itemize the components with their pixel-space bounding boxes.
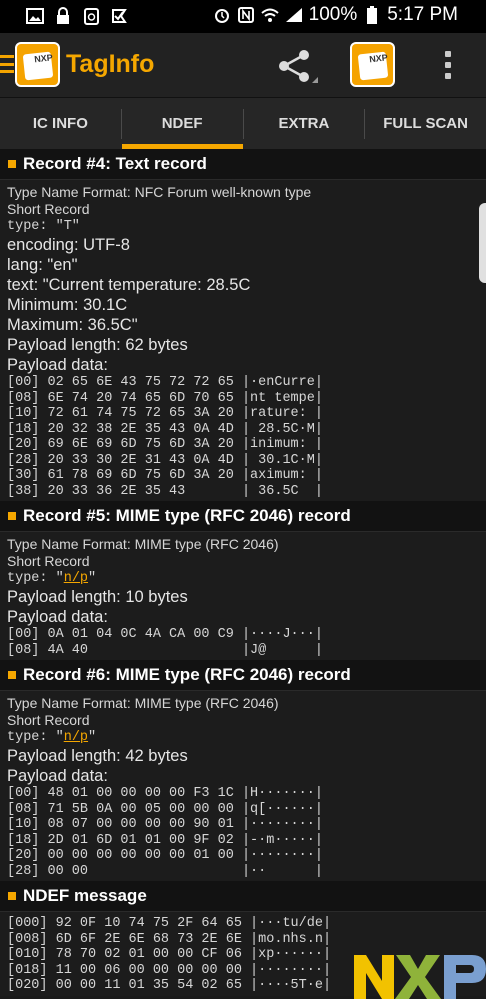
hex-row: [000] 92 0F 10 74 75 2F 64 65 |···tu/de| xyxy=(7,916,332,931)
hex-row: [08] 71 5B 0A 00 05 00 00 00 |q[······| xyxy=(7,801,323,817)
type-prefix: type: " xyxy=(7,730,64,745)
app-toolbar: NXP TagInfo NXP xyxy=(0,33,486,97)
hex-row: [20] 00 00 00 00 00 00 01 00 |········| xyxy=(7,848,323,863)
nfc-icon xyxy=(237,5,255,25)
bullet-icon xyxy=(8,160,16,168)
hex-row: [30] 61 78 69 6D 75 6D 3A 20 |aximum: | xyxy=(7,468,323,483)
ndef-content[interactable]: Record #4: Text record Type Name Format:… xyxy=(0,149,486,999)
type-line: type: "n/p" xyxy=(7,570,478,587)
hex-row: [08] 6E 74 20 74 65 6D 70 65 |nt tempe| xyxy=(7,390,323,406)
hex-row: [10] 72 61 74 75 72 65 3A 20 |rature: | xyxy=(7,406,323,421)
image-icon xyxy=(26,6,44,26)
app-logo: NXP xyxy=(15,42,60,87)
bullet-icon xyxy=(8,671,16,679)
hex-row: [08] 4A 40 |J@ | xyxy=(7,642,323,658)
record-4-body: Type Name Format: NFC Forum well-known t… xyxy=(0,180,486,501)
battery-icon xyxy=(363,5,381,25)
tnf-line: Type Name Format: MIME type (RFC 2046) xyxy=(7,695,279,711)
hex-row: [28] 20 33 30 2E 31 43 0A 4D | 30.1C·M| xyxy=(7,452,323,468)
lock-icon xyxy=(54,6,72,26)
type-line: type: "n/p" xyxy=(7,729,478,746)
record-5-title: Record #5: MIME type (RFC 2046) record xyxy=(23,506,351,525)
hex-row: [00] 0A 01 04 0C 4A CA 00 C9 |····J···| xyxy=(7,627,323,642)
encoding-line: encoding: UTF-8 xyxy=(7,236,130,254)
logo-text: NXP xyxy=(33,52,54,65)
text-line: Maximum: 36.5C" xyxy=(7,316,138,334)
ndef-message-header: NDEF message xyxy=(0,881,486,912)
hex-row: [10] 08 07 00 00 00 00 90 01 |········| xyxy=(7,817,323,832)
hex-row: [38] 20 33 36 2E 35 43 | 36.5C | xyxy=(7,483,323,499)
payload-data-label: Payload data: xyxy=(7,356,108,374)
tab-bar: IC INFO NDEF EXTRA FULL SCAN xyxy=(0,97,486,149)
battery-percent: 100% xyxy=(308,4,358,25)
payload-length-line: Payload length: 42 bytes xyxy=(7,747,188,765)
lang-line: lang: "en" xyxy=(7,256,78,274)
signal-icon xyxy=(285,5,303,25)
text-line: text: "Current temperature: 28.5C xyxy=(7,276,251,294)
tab-ndef[interactable]: NDEF xyxy=(121,98,243,149)
app-title: TagInfo xyxy=(66,50,155,78)
record-6-body: Type Name Format: MIME type (RFC 2046) S… xyxy=(0,691,486,881)
type-link[interactable]: n/p xyxy=(64,730,88,745)
tab-ic-info[interactable]: IC INFO xyxy=(0,98,121,149)
tag-card-icon: NXP xyxy=(357,51,389,81)
fast-scroll-handle[interactable] xyxy=(479,203,486,283)
short-record-line: Short Record xyxy=(7,201,90,217)
type-prefix: type: " xyxy=(7,571,64,586)
record-6-header: Record #6: MIME type (RFC 2046) record xyxy=(0,660,486,691)
hex-row: [00] 02 65 6E 43 75 72 72 65 |·enCurre| xyxy=(7,375,323,390)
logo-text: NXP xyxy=(368,52,389,65)
bullet-icon xyxy=(8,512,16,520)
alarm-icon xyxy=(213,5,231,25)
record-4-header: Record #4: Text record xyxy=(0,149,486,180)
payload-length-line: Payload length: 10 bytes xyxy=(7,588,188,606)
tnf-line: Type Name Format: MIME type (RFC 2046) xyxy=(7,536,279,552)
tab-full-scan[interactable]: FULL SCAN xyxy=(365,98,486,149)
tab-extra[interactable]: EXTRA xyxy=(244,98,365,149)
status-left-icons xyxy=(26,6,128,26)
check-flag-icon xyxy=(110,6,128,26)
type-line: type: "T" xyxy=(7,219,80,234)
hex-row: [00] 48 01 00 00 00 00 F3 1C |H·······| xyxy=(7,786,323,801)
overflow-menu-icon[interactable] xyxy=(444,51,452,79)
type-suffix: " xyxy=(88,571,97,586)
scan-tag-button[interactable]: NXP xyxy=(350,42,395,87)
share-icon[interactable] xyxy=(278,49,318,83)
text-line: Minimum: 30.1C xyxy=(7,296,128,314)
payload-length-line: Payload length: 62 bytes xyxy=(7,336,188,354)
short-record-line: Short Record xyxy=(7,553,90,569)
tnf-line: Type Name Format: NFC Forum well-known t… xyxy=(7,184,312,200)
ndef-message-title: NDEF message xyxy=(23,886,147,905)
hex-row: [18] 20 32 38 2E 35 43 0A 4D | 28.5C·M| xyxy=(7,421,323,437)
hex-row: [20] 69 6E 69 6D 75 6D 3A 20 |inimum: | xyxy=(7,437,323,452)
bullet-icon xyxy=(8,892,16,900)
clock: 5:17 PM xyxy=(387,4,458,25)
status-bar: 100% 5:17 PM xyxy=(0,0,486,33)
record-6-title: Record #6: MIME type (RFC 2046) record xyxy=(23,665,351,684)
hex-row: [28] 00 00 |·· | xyxy=(7,863,323,879)
type-link[interactable]: n/p xyxy=(64,571,88,586)
menu-icon[interactable] xyxy=(0,55,14,73)
hex-row: [008] 6D 6F 2E 6E 68 73 2E 6E |mo.nhs.n| xyxy=(7,931,332,947)
type-suffix: " xyxy=(88,730,97,745)
status-right: 100% 5:17 PM xyxy=(213,4,458,26)
nxp-logo xyxy=(352,949,486,999)
payload-data-label: Payload data: xyxy=(7,608,108,626)
record-5-header: Record #5: MIME type (RFC 2046) record xyxy=(0,501,486,532)
record-5-body: Type Name Format: MIME type (RFC 2046) S… xyxy=(0,532,486,660)
tag-card-icon: NXP xyxy=(22,51,54,81)
short-record-line: Short Record xyxy=(7,712,90,728)
payload-data-label: Payload data: xyxy=(7,767,108,785)
hex-row: [18] 2D 01 6D 01 01 00 9F 02 |-·m·····| xyxy=(7,832,323,848)
wifi-icon xyxy=(260,5,279,25)
record-4-title: Record #4: Text record xyxy=(23,154,207,173)
clipboard-icon xyxy=(82,6,100,26)
